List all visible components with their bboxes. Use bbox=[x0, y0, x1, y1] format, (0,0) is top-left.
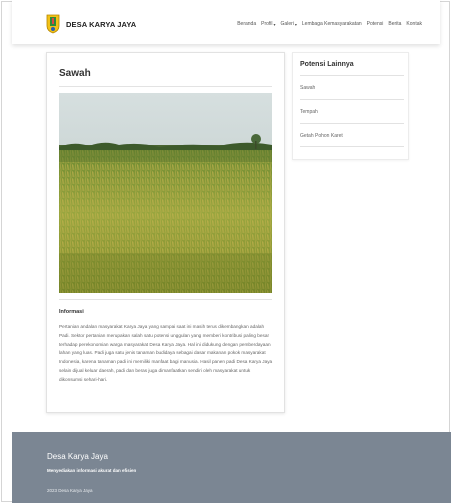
potensi-detail-card: Sawah Informasi Pertanian andalan masyar… bbox=[46, 52, 285, 413]
rice-field-photo bbox=[59, 93, 272, 293]
divider bbox=[59, 299, 272, 300]
info-paragraph: Pertanian andalan masyarakat Karya Jaya … bbox=[59, 324, 273, 382]
footer-title: Desa Karya Jaya bbox=[47, 452, 108, 461]
sidebar-item-sawah[interactable]: Sawah bbox=[300, 75, 404, 99]
nav-kontak[interactable]: Kontak bbox=[406, 21, 422, 27]
potensi-sidebar: Potensi Lainnya Sawah Tempah Getah Pohon… bbox=[292, 52, 409, 160]
caret-down-icon: ▾ bbox=[294, 21, 297, 27]
main-nav: Beranda Profil ▾ Galeri ▾ Lembaga Kemasyar… bbox=[237, 21, 422, 27]
divider bbox=[59, 86, 272, 87]
page-title: Sawah bbox=[59, 68, 91, 79]
footer-subtitle: Menyediakan informasi akurat dan efisien bbox=[47, 468, 137, 473]
sidebar-item-getah-pohon-karet[interactable]: Getah Pohon Karet bbox=[300, 123, 404, 147]
footer-copyright: 2023 Desa Karya Jaya bbox=[47, 488, 93, 493]
info-heading: Informasi bbox=[59, 309, 84, 315]
nav-potensi[interactable]: Potensi bbox=[367, 21, 384, 27]
nav-berita[interactable]: Berita bbox=[388, 21, 401, 27]
navbar: DESA KARYA JAYA Beranda Profil ▾ Galeri ▾ … bbox=[12, 0, 440, 44]
footer: Desa Karya Jaya Menyediakan informasi ak… bbox=[12, 432, 451, 503]
caret-down-icon: ▾ bbox=[273, 21, 276, 27]
nav-profil[interactable]: Profil ▾ bbox=[261, 21, 275, 27]
nav-beranda[interactable]: Beranda bbox=[237, 21, 256, 27]
brand-name[interactable]: DESA KARYA JAYA bbox=[66, 20, 136, 29]
sidebar-item-tempah[interactable]: Tempah bbox=[300, 99, 404, 123]
sidebar-title: Potensi Lainnya bbox=[300, 61, 354, 68]
village-crest-logo[interactable] bbox=[46, 12, 60, 34]
nav-galeri-label: Galeri bbox=[280, 21, 294, 27]
nav-lembaga-kemasyarakatan[interactable]: Lembaga Kemasyarakatan bbox=[302, 21, 362, 27]
nav-profil-label: Profil bbox=[261, 21, 273, 27]
nav-galeri[interactable]: Galeri ▾ bbox=[281, 21, 297, 27]
